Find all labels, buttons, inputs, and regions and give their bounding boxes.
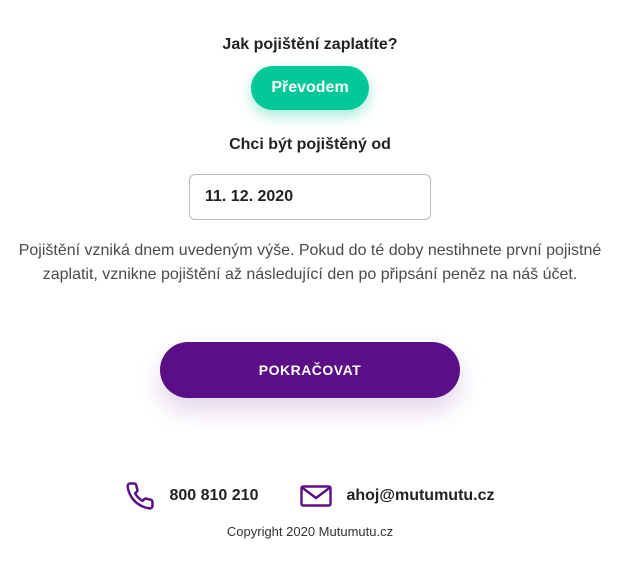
start-date-input[interactable] — [189, 174, 431, 220]
email-link[interactable]: ahoj@mutumutu.cz — [300, 485, 495, 507]
start-date-group — [0, 174, 620, 220]
continue-group: POKRAČOVAT — [0, 342, 620, 398]
phone-number: 800 810 210 — [169, 487, 259, 504]
start-date-heading: Chci být pojištěný od — [229, 136, 391, 153]
continue-button[interactable]: POKRAČOVAT — [160, 342, 460, 398]
envelope-icon — [300, 485, 333, 507]
phone-icon — [125, 480, 155, 512]
copyright-text: Copyright 2020 Mutumutu.cz — [226, 524, 394, 539]
insurance-info-text: Pojištění vzniká dnem uvedeným výše. Pok… — [18, 242, 602, 283]
payment-method-transfer-button[interactable]: Převodem — [251, 66, 369, 110]
payment-heading: Jak pojištění zaplatíte? — [222, 36, 398, 53]
payment-method-group: Převodem — [0, 66, 620, 110]
footer-contacts: 800 810 210 ahoj@mutumutu.cz — [0, 480, 620, 512]
email-address: ahoj@mutumutu.cz — [346, 487, 495, 504]
phone-link[interactable]: 800 810 210 — [125, 480, 258, 512]
